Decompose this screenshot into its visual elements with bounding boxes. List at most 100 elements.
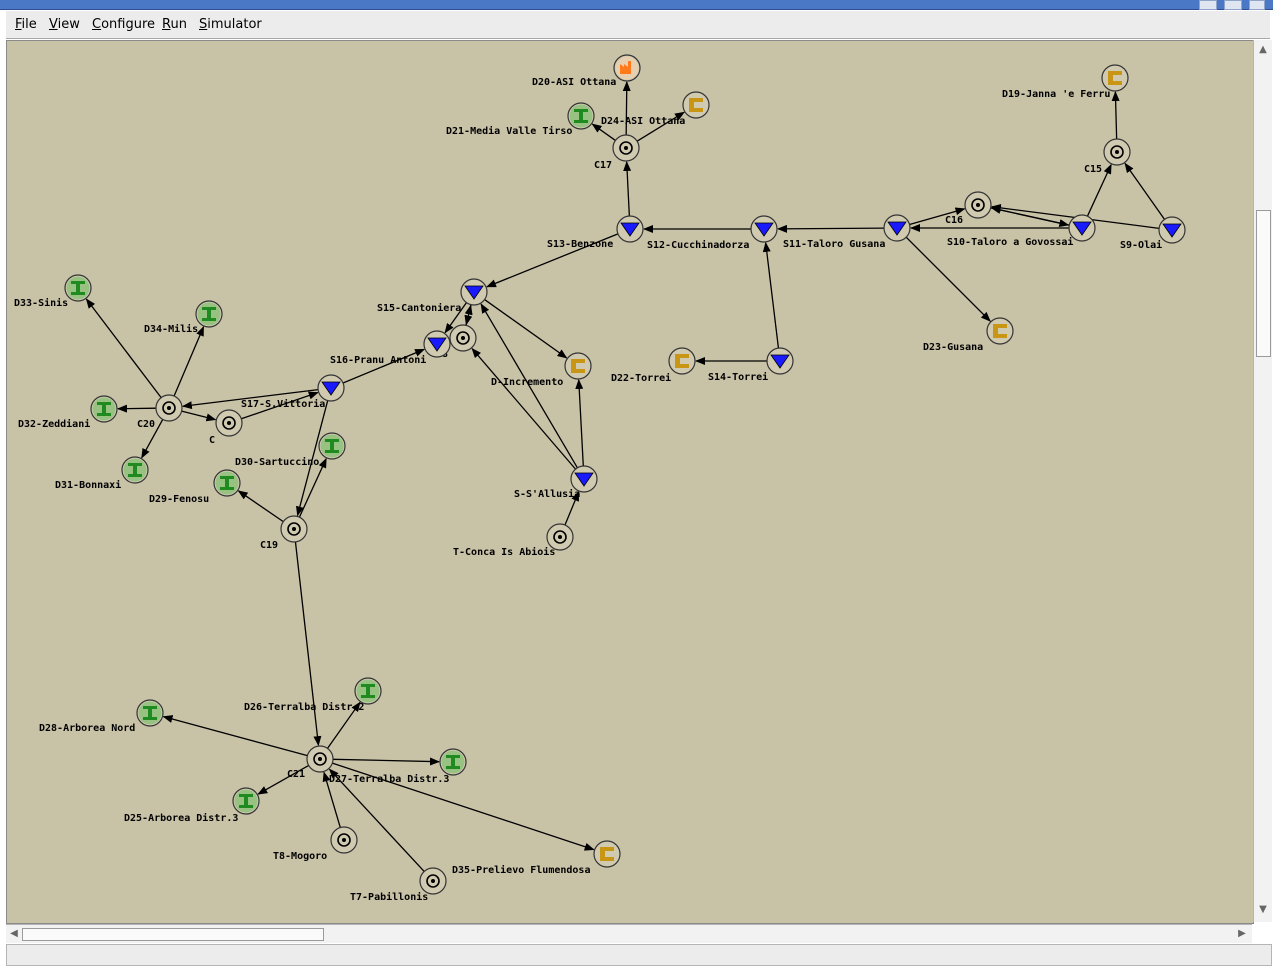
edge-C21-D27[interactable] [332,757,441,766]
node-d24[interactable]: D24-ASI Ottana [601,91,710,127]
node-d30[interactable]: D30-Sartuccino [235,432,346,468]
junction-dot [976,203,980,207]
node-d23[interactable]: D23-Gusana [923,317,1014,353]
menu-configure[interactable]: Configure [92,17,155,32]
edge-C20-D34[interactable] [173,325,205,397]
scroll-down-icon[interactable]: ▼ [1257,904,1269,916]
network-graph[interactable]: D20-ASI Ottana D21-Media Valle Tirso D24-A… [7,41,1253,923]
node-s13[interactable]: S13-Benzone [547,215,644,250]
node-d33[interactable]: D33-Sinis [14,274,92,309]
menu-bar: File View Configure Run Simulator [6,10,1270,39]
node-d22[interactable]: D22-Torrei [611,347,696,384]
junction-dot [342,838,346,842]
scroll-right-icon[interactable]: ▶ [1236,928,1248,940]
node-label-d35: D35-Prelievo Flumendosa [452,864,590,876]
scroll-left-icon[interactable]: ◀ [8,928,20,940]
node-di[interactable]: D-Incremento [491,352,592,388]
node-label-s13: S13-Benzone [547,239,613,250]
node-ring [593,840,621,868]
node-label-s16: S16-Pranu Antoni [330,354,426,366]
node-d19[interactable]: D19-Janna 'e Ferru [1002,64,1129,100]
node-label-c19: C19 [260,540,278,551]
vertical-scrollbar[interactable]: ▲ ▼ [1253,40,1272,922]
node-d28[interactable]: D28-Arborea Nord [39,699,164,734]
node-c21[interactable]: C21 [287,745,334,780]
scroll-up-icon[interactable]: ▲ [1257,44,1269,56]
node-label-c21: C21 [287,769,305,780]
node-c15[interactable]: C15 [1084,138,1131,175]
menu-run[interactable]: Run [162,17,187,32]
vertical-scroll-thumb[interactable] [1256,210,1271,357]
node-t7[interactable]: T7-Pabillonis [350,867,447,903]
junction-dot [558,535,562,539]
edge-C20-D32[interactable] [116,404,157,413]
node-d34[interactable]: D34-Milis [144,300,223,335]
node-label-d33: D33-Sinis [14,297,68,309]
node-label-c: C [209,435,215,446]
node-label-d22: D22-Torrei [611,372,671,384]
menu-view[interactable]: View [49,17,80,32]
node-s11[interactable]: S11-Taloro Gusana [783,214,911,250]
edge-S15-C18[interactable] [464,304,473,326]
maximize-button[interactable] [1224,0,1242,10]
edge-C21-D28[interactable] [162,715,308,757]
edge-C19-C21[interactable] [294,541,322,747]
horizontal-scroll-thumb[interactable] [22,928,324,941]
node-d29[interactable]: D29-Fenosu [149,469,241,505]
node-s10[interactable]: S10-Taloro a Govossai [947,214,1096,248]
node-ring [986,317,1014,345]
node-d35[interactable]: D35-Prelievo Flumendosa [452,840,621,876]
node-label-d21: D21-Media Valle Tirso [446,125,572,137]
edge-SS-C18[interactable] [471,347,577,470]
node-s9[interactable]: S9-Olai [1120,216,1186,251]
node-d20[interactable]: D20-ASI Ottana [532,54,641,88]
node-c17[interactable]: C17 [594,134,640,171]
edge-C20-C[interactable] [181,410,217,422]
horizontal-scrollbar[interactable]: ◀ ▶ [6,924,1252,943]
node-s12[interactable]: S12-Cucchinadorza [647,215,778,251]
node-label-d27: D27-Terralba Distr.3 [329,773,449,785]
node-s14[interactable]: S14-Torrei [708,347,794,383]
menu-simulator[interactable]: Simulator [199,17,262,32]
node-label-c17: C17 [594,160,612,171]
junction-dot [167,406,171,410]
junction-dot [461,336,465,340]
edge-S15-DI[interactable] [484,299,568,359]
node-label-s9: S9-Olai [1120,239,1162,251]
node-c19[interactable]: C19 [260,515,308,551]
node-d31[interactable]: D31-Bonnaxi [55,456,149,491]
node-tc[interactable]: T-Conca Is Abiois [453,523,574,558]
network-canvas[interactable]: D20-ASI Ottana D21-Media Valle Tirso D24-A… [6,40,1254,924]
node-t8[interactable]: T8-Mogoro [273,826,358,862]
node-d32[interactable]: D32-Zeddiani [18,395,118,430]
node-label-s11: S11-Taloro Gusana [783,239,885,250]
close-button[interactable] [1249,0,1265,10]
node-d25[interactable]: D25-Arborea Distr.3 [124,787,260,824]
node-s16[interactable]: S16-Pranu Antoni [330,330,451,366]
menu-file[interactable]: File [15,17,37,32]
junction-dot [227,421,231,425]
edge-S11-S12[interactable] [776,224,885,233]
minimize-button[interactable] [1199,0,1217,10]
node-label-s17: S17-S.Vittoria [241,398,325,410]
node-d27[interactable]: D27-Terralba Distr.3 [329,748,467,785]
node-d21[interactable]: D21-Media Valle Tirso [446,102,595,137]
edge-S11-D23[interactable] [905,236,991,322]
node-label-d34: D34-Milis [144,323,198,335]
edge-C16-S10[interactable] [990,207,1070,227]
junction-dot [292,527,296,531]
edge-SS-DI[interactable] [575,378,584,467]
edge-S9-C15[interactable] [1124,162,1166,220]
edge-C15-D19[interactable] [1111,90,1120,140]
junction-dot [624,146,628,150]
edge-S13-C17[interactable] [623,160,632,217]
node-c16[interactable]: C16 [945,191,992,226]
node-label-s10: S10-Taloro a Govossai [947,236,1073,248]
edge-S14-S12[interactable] [762,241,780,349]
edge-C19-D29[interactable] [237,490,284,523]
node-ss[interactable]: S-S'Allusia [514,465,598,500]
edge-C17-D20[interactable] [622,80,631,136]
node-c[interactable]: C [209,409,243,446]
edge-C20-D33[interactable] [85,298,162,399]
node-label-d31: D31-Bonnaxi [55,479,121,491]
